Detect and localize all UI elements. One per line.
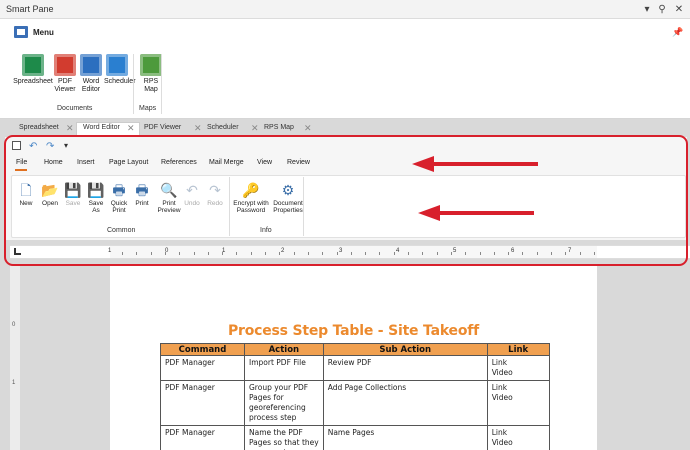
column-header-command: Command <box>160 343 245 356</box>
annotation-arrow-icon <box>412 156 434 172</box>
close-icon[interactable]: ✕ <box>304 123 312 134</box>
dropdown-icon[interactable]: ▾ <box>640 3 654 16</box>
annotation-arrow-shaft <box>430 162 538 166</box>
pin-icon[interactable]: ⚲ <box>655 3 669 16</box>
table-cell: Add Page Collections <box>322 380 488 426</box>
doc-tab-rps-map[interactable]: RPS Map <box>264 124 294 131</box>
table-cell: Name the PDF Pages so that they are easy… <box>244 425 324 450</box>
maps-group-label: Maps <box>139 105 157 112</box>
vertical-ruler-mark: 1 <box>12 380 16 386</box>
menu-icon[interactable] <box>14 26 28 38</box>
menu-label[interactable]: Menu <box>33 28 54 37</box>
doc-tab-pdf-viewer[interactable]: PDF Viewer <box>144 124 181 131</box>
table-cell: PDF Manager <box>160 355 245 381</box>
annotation-arrow-icon <box>418 205 440 221</box>
table-cell: Name Pages <box>322 425 488 450</box>
window-title: Smart Pane <box>6 4 54 14</box>
close-icon[interactable]: ✕ <box>127 123 135 134</box>
table-cell: Import PDF File <box>244 355 324 381</box>
vertical-ruler <box>10 264 20 450</box>
table-row: PDF Manager Name the PDF Pages so that th… <box>160 425 550 450</box>
pin-icon[interactable]: 📌 <box>672 27 683 38</box>
spreadsheet-icon <box>22 54 44 76</box>
app-label: Spreadsheet <box>13 78 53 85</box>
scheduler-icon <box>106 54 128 76</box>
column-header-action: Action <box>244 343 324 356</box>
table-cell: Group your PDF Pages for georeferencing … <box>244 380 324 426</box>
vertical-ruler-mark: 0 <box>12 322 16 328</box>
doc-tab-word-editor[interactable]: Word Editor <box>83 124 120 131</box>
table-cell: PDF Manager <box>160 380 245 426</box>
annotation-arrow-shaft <box>436 211 534 215</box>
close-icon[interactable]: ✕ <box>194 123 202 134</box>
documents-group-label: Documents <box>57 105 93 112</box>
table-cell[interactable]: Link Video <box>486 380 550 426</box>
map-icon <box>140 54 162 76</box>
app-label: PDF Viewer <box>54 78 76 93</box>
word-editor-icon <box>80 54 102 76</box>
document-title: Process Step Table - Site Takeoff <box>227 323 480 339</box>
group-separator <box>133 54 134 114</box>
process-step-table: Command Action Sub Action Link PDF Manager I… <box>160 343 550 450</box>
table-row: PDF Manager Import PDF File Review PDF Link… <box>160 355 550 381</box>
close-icon[interactable]: ✕ <box>251 123 259 134</box>
table-cell[interactable]: Link Video <box>486 425 550 450</box>
doc-tab-scheduler[interactable]: Scheduler <box>207 124 239 131</box>
close-icon[interactable]: ✕ <box>66 123 74 134</box>
app-label: Scheduler <box>104 78 136 85</box>
pdf-icon <box>54 54 76 76</box>
doc-tab-spreadsheet[interactable]: Spreadsheet <box>19 124 59 131</box>
app-label: Word Editor <box>81 78 101 93</box>
group-separator <box>161 54 162 114</box>
table-cell[interactable]: Link Video <box>486 355 550 381</box>
table-cell: PDF Manager <box>160 425 245 450</box>
window-title-bar: Smart Pane <box>0 0 690 19</box>
close-icon[interactable]: ✕ <box>672 3 686 16</box>
table-cell: Review PDF <box>322 355 488 381</box>
column-header-link: Link <box>486 343 550 356</box>
column-header-sub-action: Sub Action <box>322 343 488 356</box>
table-row: PDF Manager Group your PDF Pages for geor… <box>160 380 550 426</box>
annotation-outline <box>4 135 688 266</box>
